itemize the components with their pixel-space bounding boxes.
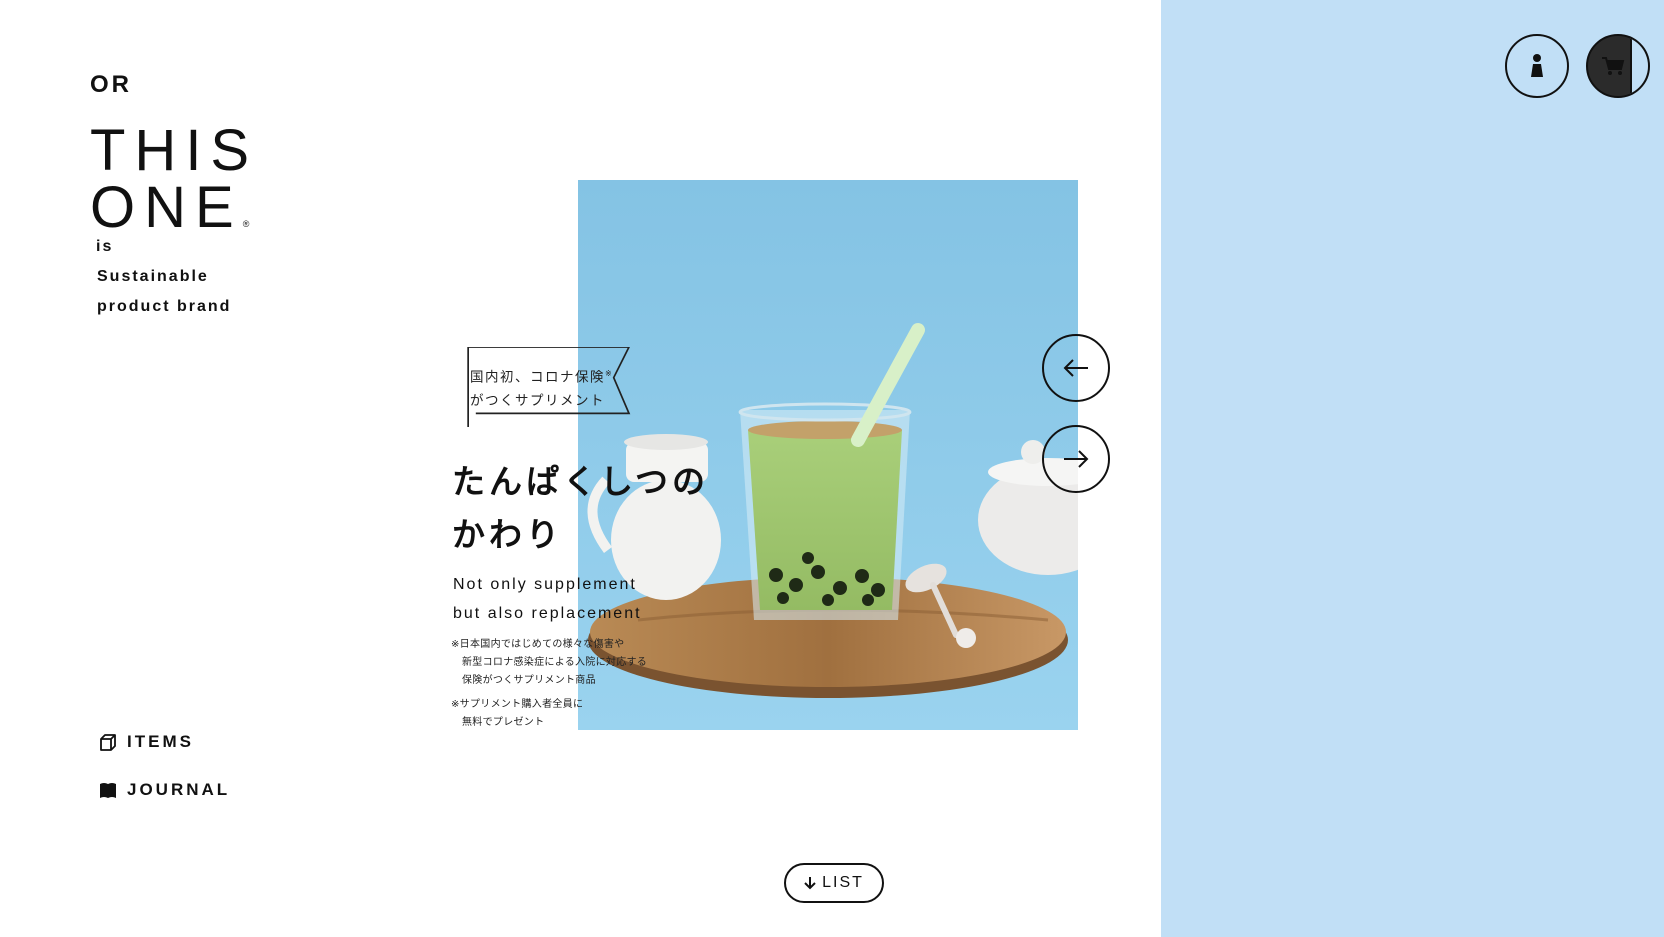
badge-line: がつくサプリメント bbox=[470, 392, 605, 409]
user-icon bbox=[1531, 54, 1543, 77]
note-line: 新型コロナ感染症による入院に対応する bbox=[462, 657, 648, 668]
right-color-panel bbox=[1161, 0, 1664, 937]
next-slide-button[interactable] bbox=[1042, 425, 1110, 493]
registered-mark: ® bbox=[242, 219, 250, 229]
cart-button[interactable] bbox=[1586, 34, 1650, 98]
hero-notes: ※日本国内ではじめての様々な傷害や 新型コロナ感染症による入院に対応する 保険が… bbox=[451, 636, 647, 732]
account-button[interactable] bbox=[1505, 34, 1569, 98]
nav-item-items[interactable]: ITEMS bbox=[98, 730, 230, 754]
list-button-label: LIST bbox=[822, 874, 864, 891]
brand-logo[interactable]: OR THIS ONE® bbox=[90, 70, 258, 253]
subline-line: but also replacement bbox=[453, 605, 642, 622]
headline-line: たんぱくしつの bbox=[452, 462, 710, 501]
box-icon bbox=[100, 734, 116, 751]
previous-slide-button[interactable] bbox=[1042, 334, 1110, 402]
tagline-line: is bbox=[96, 238, 114, 255]
arrow-down-icon bbox=[804, 877, 816, 890]
nav-item-journal[interactable]: JOURNAL bbox=[98, 778, 230, 802]
tagline-line: Sustainable bbox=[97, 268, 209, 285]
note-line: 保険がつくサプリメント商品 bbox=[462, 675, 596, 686]
cart-button-edge bbox=[1630, 36, 1648, 96]
arrow-right-icon bbox=[1064, 450, 1089, 468]
arrow-left-icon bbox=[1063, 359, 1088, 377]
nav-label-journal: JOURNAL bbox=[127, 780, 231, 799]
subline-line: Not only supplement bbox=[453, 576, 637, 593]
note-line: 無料でプレゼント bbox=[462, 717, 545, 728]
main-nav: ITEMS JOURNAL bbox=[98, 730, 230, 826]
brand-tagline: is Sustainable product brand bbox=[96, 232, 231, 322]
badge-footnote-mark: ※ bbox=[605, 369, 614, 378]
hero-headline: たんぱくしつの かわり bbox=[452, 455, 709, 561]
badge-line: 国内初、コロナ保険※ bbox=[470, 362, 613, 390]
book-icon bbox=[100, 783, 116, 798]
note-line: ※サプリメント購入者全員に bbox=[451, 699, 584, 710]
cart-icon bbox=[1602, 57, 1625, 75]
badge-line-text: 国内初、コロナ保険 bbox=[470, 369, 605, 386]
tagline-line: product brand bbox=[97, 298, 232, 315]
logo-one-text: ONE bbox=[90, 175, 243, 240]
logo-or: OR bbox=[90, 71, 132, 98]
nav-label-items: ITEMS bbox=[127, 732, 194, 751]
logo-line-this: THIS bbox=[90, 118, 259, 183]
note-line: ※日本国内ではじめての様々な傷害や bbox=[451, 639, 625, 650]
hero-subline: Not only supplement but also replacement bbox=[453, 570, 642, 628]
headline-line: かわり bbox=[452, 515, 563, 554]
badge-text: 国内初、コロナ保険※ がつくサプリメント bbox=[470, 362, 613, 413]
list-button[interactable]: LIST bbox=[784, 863, 884, 903]
